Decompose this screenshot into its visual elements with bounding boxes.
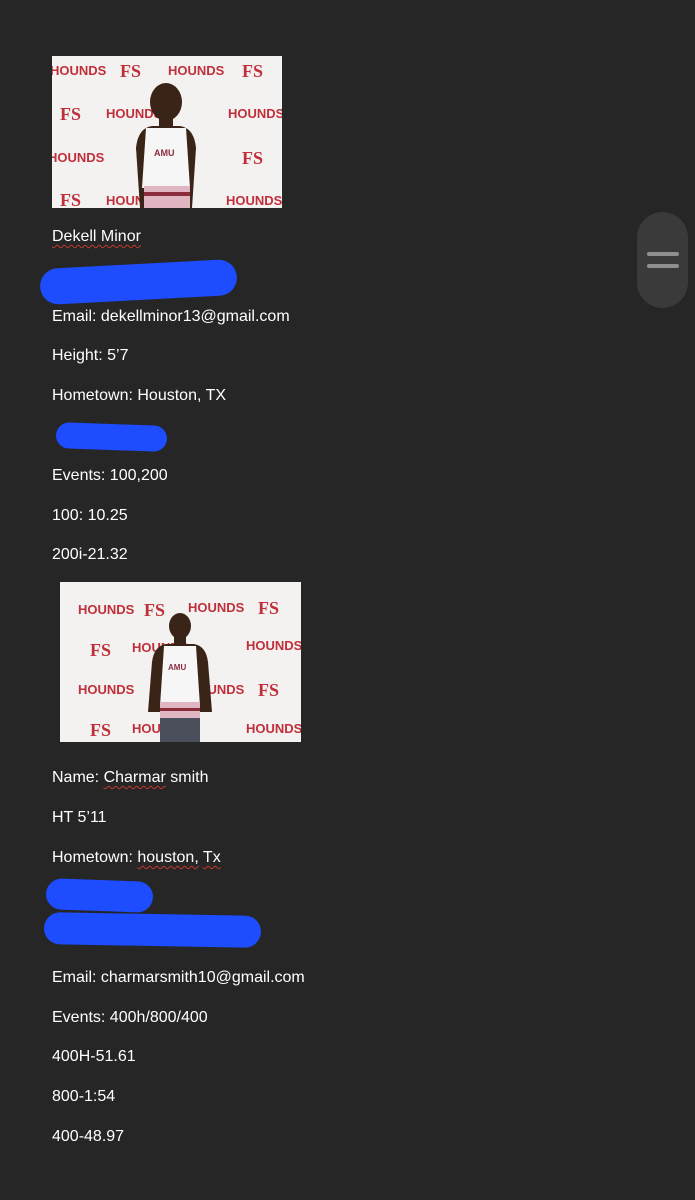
backdrop-monogram: FS xyxy=(242,61,263,81)
backdrop-word: HOUNDS xyxy=(168,63,225,78)
athlete-2-pr-400h: 400H-51.61 xyxy=(52,1048,136,1065)
athlete-2-hometown-state: Tx xyxy=(202,849,221,866)
athlete-2-events: Events: 400h/800/400 xyxy=(52,1009,208,1026)
backdrop-word: HOUNDS xyxy=(78,602,135,617)
athlete-2-pr-800: 800-1:54 xyxy=(52,1088,116,1105)
backdrop-word: HOUNDS xyxy=(228,106,282,121)
redaction-mark xyxy=(45,878,154,913)
athlete-1-height: Height: 5’7 xyxy=(52,347,129,364)
athlete-2-pr-400: 400-48.97 xyxy=(52,1128,125,1145)
athlete-2-photo: HOUNDS HOUNDS HOUNDS HOUNDS HOUNDS HOUND… xyxy=(60,582,301,742)
drag-handle-icon xyxy=(647,252,679,256)
backdrop-word: HOUNDS xyxy=(188,600,245,615)
singlet-text: AMU xyxy=(154,148,175,158)
backdrop-monogram: FS xyxy=(258,680,279,700)
redaction-mark xyxy=(43,912,262,948)
athlete-1-name: Dekell Minor xyxy=(52,227,141,247)
backdrop-monogram: FS xyxy=(90,640,111,660)
athlete-2-photo-graphic: HOUNDS HOUNDS HOUNDS HOUNDS HOUNDS HOUND… xyxy=(60,582,301,742)
backdrop-word: HOUNDS xyxy=(52,150,105,165)
athlete-1-pr-100: 100: 10.25 xyxy=(52,507,128,524)
backdrop-word: HOUNDS xyxy=(246,721,301,736)
backdrop-monogram: FS xyxy=(258,598,279,618)
athlete-2-hometown: Hometown: houston, Tx xyxy=(52,848,221,868)
athlete-2-height: HT 5’11 xyxy=(52,809,107,826)
drag-handle-icon xyxy=(647,264,679,268)
backdrop-monogram: FS xyxy=(60,190,81,208)
athlete-1-email: Email: dekellminor13@gmail.com xyxy=(52,308,290,325)
singlet-text: AMU xyxy=(168,663,186,672)
athlete-2-name-label: Name: xyxy=(52,769,104,786)
athlete-1-photo-graphic: HOUNDS HOUNDS HOUNDS HOUNDS HOUNDS HOUND… xyxy=(52,56,282,208)
backdrop-word: HOUNDS xyxy=(246,638,301,653)
backdrop-monogram: FS xyxy=(90,720,111,740)
backdrop-monogram: FS xyxy=(60,104,81,124)
athlete-1-pr-200i: 200i-21.32 xyxy=(52,546,128,563)
backdrop-word: HOUNDS xyxy=(226,193,282,208)
redaction-mark xyxy=(55,422,168,452)
athlete-2-email: Email: charmarsmith10@gmail.com xyxy=(52,969,305,986)
backdrop-monogram: FS xyxy=(144,600,165,620)
backdrop-monogram: FS xyxy=(120,61,141,81)
athlete-2-name-last: smith xyxy=(165,769,209,786)
athlete-1-events: Events: 100,200 xyxy=(52,467,168,484)
athlete-1-name-text: Dekell Minor xyxy=(52,228,141,245)
athlete-2-name: Name: Charmar smith xyxy=(52,768,208,788)
scroll-handle[interactable] xyxy=(637,212,688,308)
backdrop-monogram: FS xyxy=(242,148,263,168)
athlete-2-name-first: Charmar xyxy=(103,769,166,786)
athlete-2-hometown-label: Hometown: xyxy=(52,849,138,866)
athlete-1-photo: HOUNDS HOUNDS HOUNDS HOUNDS HOUNDS HOUND… xyxy=(52,56,282,208)
backdrop-word: HOUNDS xyxy=(52,63,107,78)
athlete-1-hometown: Hometown: Houston, TX xyxy=(52,387,227,404)
athlete-2-hometown-city: houston, xyxy=(137,849,199,866)
backdrop-word: HOUNDS xyxy=(78,682,135,697)
redaction-mark xyxy=(39,258,238,306)
